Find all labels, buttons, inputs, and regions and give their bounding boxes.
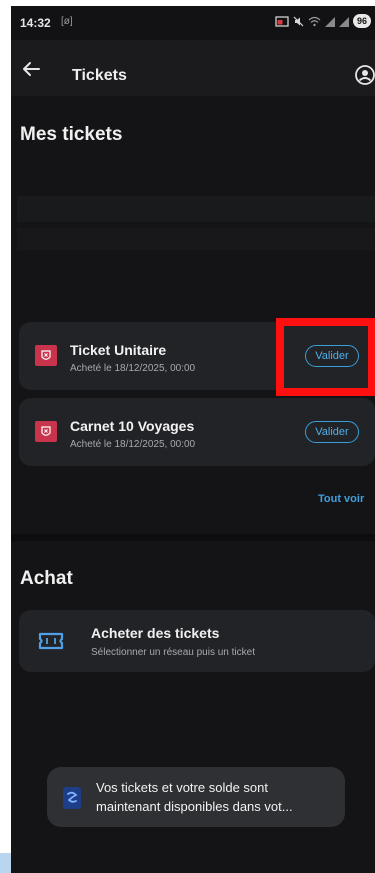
page-title: Tickets — [72, 67, 127, 84]
section-title-purchase: Achat — [20, 568, 73, 589]
ticket-name: Carnet 10 Voyages — [70, 418, 195, 434]
battery-level: 96 — [353, 14, 371, 28]
mute-icon — [293, 16, 304, 26]
ticket-purchase-date: Acheté le 18/12/2025, 00:00 — [70, 439, 196, 450]
buy-tickets-subtitle: Sélectionner un réseau puis un ticket — [91, 647, 255, 658]
toast-message: Vos tickets et votre solde sont maintena… — [47, 767, 345, 827]
buy-tickets-title: Acheter des tickets — [91, 625, 220, 641]
account-icon[interactable] — [355, 65, 375, 85]
toast-text: Vos tickets et votre solde sont maintena… — [96, 778, 336, 816]
signal-icon — [325, 16, 335, 27]
section-divider — [11, 534, 375, 541]
status-icons: 96 — [275, 14, 371, 28]
app-bar: Tickets — [11, 40, 375, 96]
signal-icon — [339, 16, 349, 27]
phone-screen: 14:32 [ø] 96 Tickets Mes tickets Ticket … — [11, 6, 375, 873]
network-logo-icon — [35, 345, 57, 366]
see-all-link[interactable]: Tout voir — [318, 493, 364, 505]
wifi-icon — [308, 16, 321, 26]
validate-button[interactable]: Valider — [305, 345, 359, 367]
ticket-card[interactable]: Carnet 10 Voyages Acheté le 18/12/2025, … — [19, 398, 375, 466]
ticket-purchase-date: Acheté le 18/12/2025, 00:00 — [70, 363, 196, 374]
validate-button[interactable]: Valider — [305, 421, 359, 443]
ticket-card[interactable]: Ticket Unitaire Acheté le 18/12/2025, 00… — [19, 322, 375, 390]
ticket-name: Ticket Unitaire — [70, 342, 167, 358]
ticket-icon — [38, 632, 64, 650]
status-time: 14:32 — [20, 16, 51, 30]
status-bar: 14:32 [ø] 96 — [11, 6, 375, 40]
toast-line: maintenant disponibles dans vot... — [96, 799, 293, 814]
network-logo-icon — [35, 421, 57, 442]
app-logo-icon — [63, 787, 81, 809]
section-title-my-tickets: Mes tickets — [20, 124, 123, 145]
cast-icon — [275, 15, 289, 27]
toast-line: Vos tickets et votre solde sont — [96, 780, 268, 795]
loading-placeholder — [17, 228, 375, 250]
notification-icon: [ø] — [61, 16, 73, 27]
background-edge — [0, 853, 11, 873]
loading-placeholder — [17, 196, 375, 222]
buy-tickets-card[interactable]: Acheter des tickets Sélectionner un rése… — [19, 610, 375, 672]
back-arrow-icon[interactable] — [21, 61, 41, 77]
